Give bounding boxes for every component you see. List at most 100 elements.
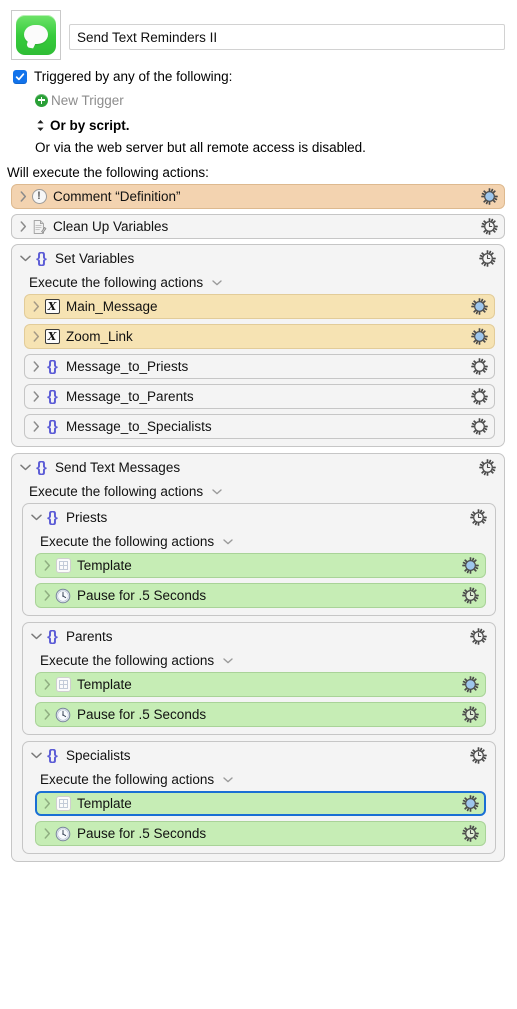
gear-clock-icon[interactable] (461, 587, 479, 605)
execute-following-actions-selector[interactable]: Execute the following actions (23, 768, 495, 791)
action-row-clean-up-variables[interactable]: Clean Up Variables (11, 214, 505, 239)
action-row-pause[interactable]: Pause for .5 Seconds (35, 583, 486, 608)
group-body-set-variables: X Main_Message X Zoom_Link {} Message_to… (12, 294, 504, 446)
new-trigger-button[interactable]: New Trigger (35, 89, 505, 111)
clock-icon (54, 587, 72, 605)
action-row-message-to-priests[interactable]: {} Message_to_Priests (24, 354, 495, 379)
gear-clock-icon[interactable] (461, 706, 479, 724)
gear-plain-icon[interactable] (470, 358, 488, 376)
gear-clock-icon[interactable] (480, 218, 498, 236)
gear-plain-icon[interactable] (470, 388, 488, 406)
group-set-variables[interactable]: {} Set Variables Execute the following a… (11, 244, 505, 447)
gear-blue-icon[interactable] (470, 298, 488, 316)
disclosure-chevron-down-icon[interactable] (30, 752, 43, 759)
gear-clock-icon[interactable] (469, 508, 487, 526)
execute-following-actions-selector[interactable]: Execute the following actions (23, 530, 495, 553)
gear-clock-icon[interactable] (478, 458, 496, 476)
gear-blue-icon[interactable] (461, 676, 479, 694)
action-row-template[interactable]: Template (35, 672, 486, 697)
gear-clock-icon[interactable] (478, 249, 496, 267)
variable-x-icon: X (43, 298, 61, 316)
action-row-zoom-link[interactable]: X Zoom_Link (24, 324, 495, 349)
group-title: Priests (66, 509, 108, 525)
will-execute-label: Will execute the following actions: (7, 165, 209, 180)
subgroup-parents[interactable]: {} Parents Execute the following actions… (22, 622, 496, 735)
disclosure-chevron-right-icon[interactable] (41, 679, 54, 690)
disclosure-chevron-right-icon[interactable] (30, 301, 43, 312)
gear-plain-icon[interactable] (470, 418, 488, 436)
triggered-by-checkbox[interactable] (13, 69, 27, 84)
macro-title-input[interactable]: Send Text Reminders II (69, 24, 505, 50)
chevron-down-icon[interactable] (212, 488, 222, 495)
chevron-down-icon[interactable] (223, 657, 233, 664)
gear-clock-icon[interactable] (469, 627, 487, 645)
or-by-script-row[interactable]: Or by script. (35, 114, 505, 136)
disclosure-chevron-right-icon[interactable] (41, 560, 54, 571)
disclosure-chevron-right-icon[interactable] (30, 421, 43, 432)
action-row-template[interactable]: Template (35, 791, 486, 816)
action-row-template[interactable]: Template (35, 553, 486, 578)
disclosure-chevron-right-icon[interactable] (30, 361, 43, 372)
subgroup-body-specialists: Template Pause for .5 Seconds (23, 791, 495, 853)
braces-icon: {} (36, 249, 47, 267)
disclosure-chevron-right-icon[interactable] (41, 590, 54, 601)
braces-icon: {} (47, 388, 58, 405)
action-label: Template (77, 796, 132, 811)
messages-app-icon (16, 15, 56, 55)
disclosure-chevron-down-icon[interactable] (30, 633, 43, 640)
braces-icon: {} (36, 458, 47, 476)
disclosure-chevron-right-icon[interactable] (41, 828, 54, 839)
gear-blue-icon[interactable] (470, 328, 488, 346)
group-send-text-messages[interactable]: {} Send Text Messages Execute the follow… (11, 453, 505, 862)
disclosure-chevron-down-icon[interactable] (30, 514, 43, 521)
new-trigger-label: New Trigger (51, 92, 124, 108)
subgroup-body-priests: Template Pause for .5 Seconds (23, 553, 495, 615)
group-body-send-text-messages: {} Priests Execute the following actions… (12, 503, 504, 861)
macro-icon-well[interactable] (11, 10, 61, 60)
exec-label: Execute the following actions (40, 534, 215, 549)
execute-following-actions-selector[interactable]: Execute the following actions (12, 480, 504, 503)
gear-blue-icon[interactable] (461, 557, 479, 575)
subgroup-specialists[interactable]: {} Specialists Execute the following act… (22, 741, 496, 854)
action-row-pause[interactable]: Pause for .5 Seconds (35, 702, 486, 727)
macro-title-text: Send Text Reminders II (77, 29, 218, 45)
chevron-down-icon[interactable] (212, 279, 222, 286)
exec-label: Execute the following actions (40, 772, 215, 787)
macro-header: Send Text Reminders II (0, 0, 517, 60)
chevron-down-icon[interactable] (223, 776, 233, 783)
gear-clock-icon[interactable] (461, 825, 479, 843)
action-label: Pause for .5 Seconds (77, 707, 207, 722)
gear-blue-icon[interactable] (461, 795, 479, 813)
gear-clock-icon[interactable] (469, 746, 487, 764)
triggered-by-row: Triggered by any of the following: (13, 66, 505, 87)
disclosure-chevron-right-icon[interactable] (41, 798, 54, 809)
disclosure-chevron-right-icon[interactable] (41, 709, 54, 720)
action-row-message-to-specialists[interactable]: {} Message_to_Specialists (24, 414, 495, 439)
execute-following-actions-selector[interactable]: Execute the following actions (12, 271, 504, 294)
disclosure-chevron-down-icon[interactable] (19, 255, 32, 262)
group-header-set-variables[interactable]: {} Set Variables (12, 245, 504, 271)
script-document-icon (30, 218, 48, 236)
chevron-down-icon[interactable] (223, 538, 233, 545)
gear-blue-icon[interactable] (480, 188, 498, 206)
disclosure-chevron-right-icon[interactable] (30, 331, 43, 342)
group-header-send-text-messages[interactable]: {} Send Text Messages (12, 454, 504, 480)
or-by-script-label: Or by script. (50, 117, 130, 133)
disclosure-chevron-right-icon[interactable] (17, 221, 30, 232)
action-row-message-to-parents[interactable]: {} Message_to_Parents (24, 384, 495, 409)
disclosure-chevron-right-icon[interactable] (30, 391, 43, 402)
group-header-priests[interactable]: {} Priests (23, 504, 495, 530)
group-header-specialists[interactable]: {} Specialists (23, 742, 495, 768)
action-row-main-message[interactable]: X Main_Message (24, 294, 495, 319)
group-header-parents[interactable]: {} Parents (23, 623, 495, 649)
action-label: Message_to_Parents (66, 389, 194, 404)
action-row-comment-definition[interactable]: ! Comment “Definition” (11, 184, 505, 209)
clock-icon (54, 706, 72, 724)
execute-following-actions-selector[interactable]: Execute the following actions (23, 649, 495, 672)
template-grid-icon (54, 676, 72, 694)
action-row-pause[interactable]: Pause for .5 Seconds (35, 821, 486, 846)
disclosure-chevron-down-icon[interactable] (19, 464, 32, 471)
subgroup-priests[interactable]: {} Priests Execute the following actions… (22, 503, 496, 616)
exec-label: Execute the following actions (29, 275, 204, 290)
disclosure-chevron-right-icon[interactable] (17, 191, 30, 202)
